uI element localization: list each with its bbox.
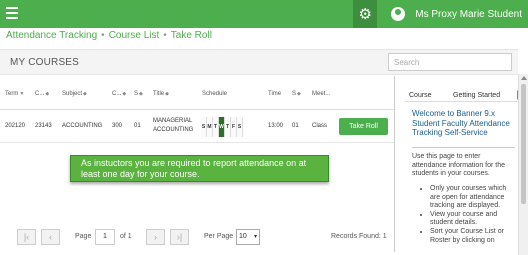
title-bar: MY COURSES xyxy=(0,49,518,75)
per-page-label: Per Page xyxy=(204,233,234,240)
help-bullet: Only your courses which are open for att… xyxy=(430,185,514,211)
breadcrumb-item-take-roll[interactable]: Take Roll xyxy=(171,30,212,41)
day-sat: S xyxy=(237,117,243,137)
cell-s2: 01 xyxy=(292,123,299,129)
records-found: Records Found: 1 xyxy=(331,233,387,240)
per-page-select[interactable]: 10 ▾ xyxy=(236,229,260,245)
page-label: Page xyxy=(75,233,92,240)
page-of-label: of 1 xyxy=(120,233,132,240)
help-bullet: Sort your Course List or Roster by click… xyxy=(430,228,514,245)
col-header-schedule[interactable]: Schedule xyxy=(202,91,227,97)
breadcrumb-item-attendance-tracking[interactable]: Attendance Tracking xyxy=(6,30,97,41)
col-header-s2[interactable]: S◆ xyxy=(292,91,301,97)
attendance-tooltip: As instuctors you are required to report… xyxy=(70,155,329,182)
cell-title: MANAGERIAL ACCOUNTING xyxy=(153,118,194,133)
help-panel: Course Getting Started Welcome to Banner… xyxy=(405,84,522,252)
cell-subject: ACCOUNTING xyxy=(62,123,103,129)
cell-time: 13:00 xyxy=(268,123,284,129)
col-header-meet[interactable]: Meet... xyxy=(312,91,330,97)
courses-grid: Term▼ C...◆ Subject◆ C...◆ S◆ Title◆ Sch… xyxy=(0,76,394,226)
panel-divider xyxy=(394,76,395,252)
prev-page-button[interactable]: ‹ xyxy=(41,229,60,245)
col-header-term[interactable]: Term▼ xyxy=(5,91,24,97)
top-bar: ⚙ Ms Proxy Marie Student xyxy=(0,0,528,28)
breadcrumb: Attendance Tracking • Course List • Take Rol… xyxy=(6,30,212,41)
cell-meet: Class xyxy=(312,123,328,129)
help-bullet: View your course and student details. xyxy=(430,211,514,228)
col-header-subject[interactable]: Subject◆ xyxy=(62,91,87,97)
first-page-button[interactable]: |‹ xyxy=(17,229,36,245)
table-row[interactable]: 202120 23143 ACCOUNTING 300 01 MANAGERIA… xyxy=(0,111,394,143)
help-tabs: Course Getting Started xyxy=(405,84,522,102)
search-input[interactable] xyxy=(388,53,512,71)
cell-term: 202120 xyxy=(5,123,26,129)
user-name[interactable]: Ms Proxy Marie Student xyxy=(415,9,522,20)
cell-crn: 23143 xyxy=(35,123,52,129)
page-scrollbar[interactable] xyxy=(518,74,528,255)
pager: |‹ ‹ Page 1 of 1 › ›| Per Page 10 ▾ Recor… xyxy=(0,226,394,248)
next-page-button[interactable]: › xyxy=(146,229,165,245)
grid-header: Term▼ C...◆ Subject◆ C...◆ S◆ Title◆ Sch… xyxy=(0,76,394,110)
col-header-crn[interactable]: C...◆ xyxy=(35,91,49,97)
schedule-days: S M T W T F S xyxy=(201,117,243,137)
tab-course[interactable]: Course xyxy=(409,92,432,99)
page-number-input[interactable]: 1 xyxy=(95,229,115,245)
scrollbar-thumb[interactable] xyxy=(521,84,526,204)
breadcrumb-item-course-list[interactable]: Course List xyxy=(109,30,160,41)
help-bullets: Only your courses which are open for att… xyxy=(422,185,514,245)
col-header-section[interactable]: S◆ xyxy=(134,91,143,97)
menu-icon[interactable] xyxy=(6,7,18,19)
help-intro: Use this page to enter attendance inform… xyxy=(412,153,506,178)
last-page-button[interactable]: ›| xyxy=(170,229,189,245)
chevron-down-icon: ▾ xyxy=(253,234,257,240)
col-header-title[interactable]: Title◆ xyxy=(153,91,169,97)
col-header-time[interactable]: Time xyxy=(268,91,281,97)
col-header-course[interactable]: C...◆ xyxy=(112,91,126,97)
help-divider xyxy=(412,147,515,148)
user-avatar-icon[interactable] xyxy=(391,7,406,21)
take-roll-button[interactable]: Take Roll xyxy=(339,118,388,135)
cell-course: 300 xyxy=(112,123,123,129)
tab-getting-started[interactable]: Getting Started xyxy=(453,92,500,99)
scroll-up-icon[interactable] xyxy=(521,76,527,80)
help-heading: Welcome to Banner 9.x Student Faculty At… xyxy=(412,109,510,137)
page-title: MY COURSES xyxy=(10,57,80,68)
cell-section: 01 xyxy=(134,123,141,129)
gear-icon[interactable]: ⚙ xyxy=(353,0,378,28)
